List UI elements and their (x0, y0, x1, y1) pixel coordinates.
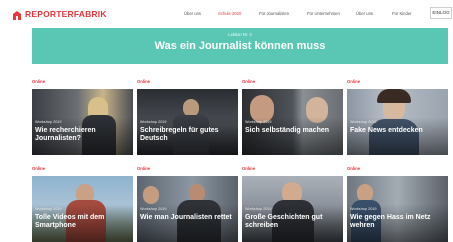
card-title: Wie gegen Hass im Netz wehren (350, 214, 431, 229)
banner-title: Was ein Journalist können muss (154, 40, 326, 52)
nav-item-6[interactable]: Für Kinder (392, 11, 412, 16)
course-card[interactable]: Workshop 2019 Fake News entdecken (347, 89, 448, 155)
card-meta: Workshop 2019 (245, 120, 272, 124)
card-title: Wie man Journalisten rettet (140, 214, 232, 221)
course-card[interactable]: Workshop 2019 Große Geschichten gut schr… (242, 176, 343, 242)
course-card[interactable]: Workshop 2019 Wie recherchieren Journali… (32, 89, 133, 155)
card-category: Online (137, 166, 151, 171)
card-meta: Workshop 2019 (140, 120, 167, 124)
banner-kicker: Lektion Nr. 3 (228, 32, 252, 37)
card-category: Online (347, 79, 361, 84)
card-meta: Workshop 2019 (140, 207, 167, 211)
nav-item-3[interactable]: Für Journalisten (259, 11, 289, 16)
card-title: Schreibregeln für gutes Deutsch (140, 127, 219, 142)
course-card[interactable]: Workshop 2019 Schreibregeln für gutes De… (137, 89, 238, 155)
course-card[interactable]: Workshop 2019 Wie gegen Hass im Netz weh… (347, 176, 448, 242)
card-figure (377, 89, 411, 103)
card-title: Wie recherchieren Journalisten? (35, 127, 96, 142)
card-category: Online (242, 166, 256, 171)
course-card[interactable]: Workshop 2019 Sich selbständig machen (242, 89, 343, 155)
card-meta: Workshop 2019 (350, 207, 377, 211)
site-header: REPORTERFABRIK Über uns Schule 2020 Für … (0, 0, 453, 26)
brand-name: REPORTERFABRIK (25, 8, 107, 19)
nav-item-4[interactable]: Für Unternehmen (307, 11, 340, 16)
nav-item-1[interactable]: Über uns (184, 11, 201, 16)
course-card[interactable]: Workshop 2019 Wie man Journalisten rette… (137, 176, 238, 242)
nav-item-2[interactable]: Schule 2020 (218, 11, 241, 16)
card-category: Online (32, 79, 46, 84)
card-category: Online (347, 166, 361, 171)
card-category: Online (137, 79, 151, 84)
course-card[interactable]: Workshop 2019 Tolle Videos mit dem Smart… (32, 176, 133, 242)
card-title: Fake News entdecken (350, 127, 423, 134)
card-title: Sich selbständig machen (245, 127, 330, 134)
lesson-banner: Lektion Nr. 3 Was ein Journalist können … (32, 28, 448, 64)
card-title: Tolle Videos mit dem Smartphone (35, 214, 105, 229)
logo-mark-icon (12, 8, 22, 20)
card-figure (143, 186, 159, 204)
nav-item-5[interactable]: Über uns (356, 11, 373, 16)
login-button[interactable]: EINLOG (430, 7, 452, 19)
site-logo[interactable]: REPORTERFABRIK (12, 8, 107, 20)
card-meta: Workshop 2019 (35, 207, 62, 211)
card-meta: Workshop 2019 (245, 207, 272, 211)
card-title: Große Geschichten gut schreiben (245, 214, 323, 229)
card-category: Online (32, 166, 46, 171)
card-category: Online (242, 79, 256, 84)
card-meta: Workshop 2019 (350, 120, 377, 124)
card-meta: Workshop 2019 (35, 120, 62, 124)
